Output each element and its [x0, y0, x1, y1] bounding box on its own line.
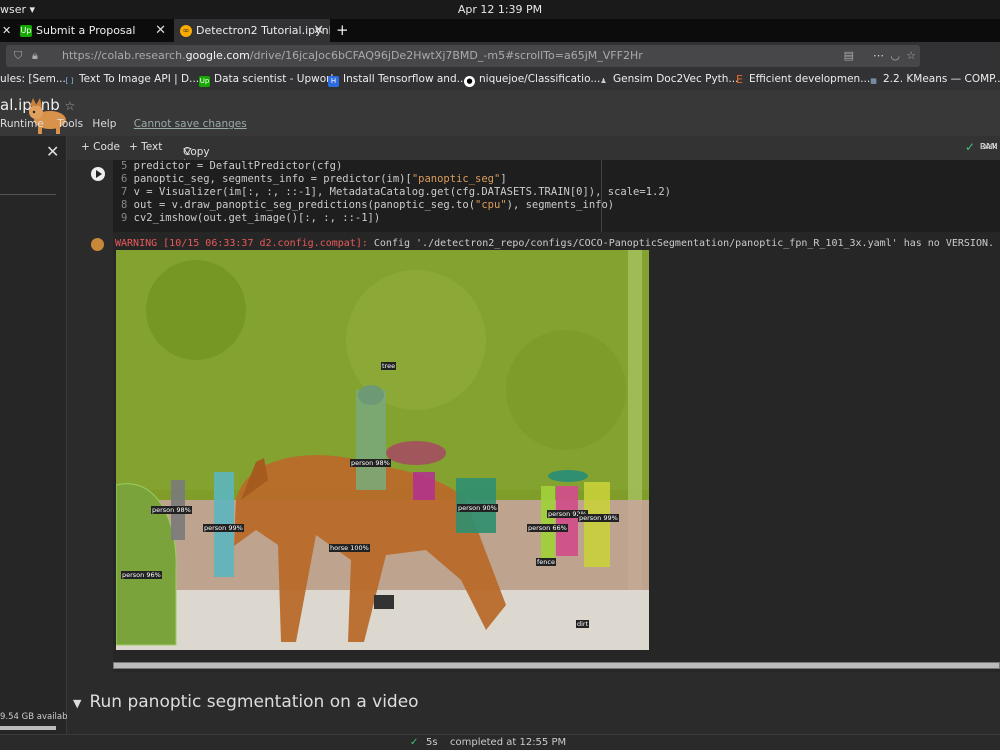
bookmark-item[interactable]: Up Data scientist - Upwork [199, 73, 337, 87]
code-cell-editor[interactable]: 5 predictor = DefaultPredictor(cfg) 6 pa… [113, 160, 1000, 232]
navigation-bar: ⛉ 🔒︎ https://colab.research.google.com/d… [0, 42, 1000, 70]
lock-icon[interactable]: 🔒︎ [32, 45, 38, 67]
system-top-bar: wser ▾ Apr 12 1:39 PM [0, 0, 1000, 19]
segment-label-person: person 99% [203, 524, 244, 532]
bookmark-item[interactable]: ules: [Sem... [0, 73, 66, 85]
code-line: 6 panoptic_seg, segments_info = predicto… [121, 173, 507, 185]
github-icon: ● [464, 76, 475, 87]
section-heading[interactable]: ▼ Run panoptic segmentation on a video [73, 692, 419, 712]
code-line: 7 v = Visualizer(im[:, :, ::-1], Metadat… [121, 186, 671, 198]
tab-submit-proposal[interactable]: Up Submit a Proposal ✕ [20, 19, 172, 42]
notebook-toolbar: + Code + Text ⛛ Copy to Drive ✓ RAMDisk [67, 136, 1000, 182]
notebook-area: + Code + Text ⛛ Copy to Drive ✓ RAMDisk … [67, 136, 1000, 734]
menu-tools[interactable]: Tools [57, 118, 83, 130]
execution-time: 5s [426, 737, 438, 748]
reader-view-icon[interactable]: ▤ [844, 45, 854, 67]
bookmarks-bar: ules: [Sem... [ ] Text To Image API | D..… [0, 70, 1000, 90]
segment-label-tree: tree [381, 362, 397, 370]
shield-icon[interactable]: ⛉ [14, 45, 22, 67]
segmentation-visualization [116, 250, 649, 650]
warning-message: WARNING [10/15 06:33:37 d2.config.compat… [115, 238, 1000, 249]
code-line: 8 out = v.draw_panoptic_seg_predictions(… [121, 199, 615, 211]
close-icon[interactable]: ✕ [155, 19, 166, 42]
bookmark-item[interactable]: H Install Tensorflow and... [328, 73, 467, 87]
menu-bar: Runtime Tools Help Cannot save changes [0, 118, 253, 130]
bookmark-item[interactable]: ● niquejoe/Classificatio... [464, 73, 600, 87]
bookmark-item[interactable]: E Efficient developmen... [734, 73, 870, 85]
add-code-button[interactable]: + Code [81, 141, 120, 153]
new-tab-button[interactable]: + [336, 19, 350, 42]
more-actions-icon[interactable]: ⋯ [873, 45, 884, 67]
doc-icon: ▦ [870, 77, 877, 85]
cannot-save-link[interactable]: Cannot save changes [134, 118, 247, 130]
divider [0, 194, 56, 195]
clock: Apr 12 1:39 PM [457, 3, 543, 16]
bookmark-item[interactable]: ▦ 2.2. KMeans — COMP... [868, 73, 1000, 87]
pocket-icon[interactable]: ◡ [890, 45, 900, 67]
run-cell-button[interactable] [91, 167, 105, 181]
check-icon: ✓ [410, 737, 419, 748]
tab-bar: ✕ Up Submit a Proposal ✕ ∞ Detectron2 Tuto… [0, 19, 1000, 42]
code-line: 9 cv2_imshow(out.get_image()[:, :, ::-1]… [121, 212, 381, 224]
panoptic-segmentation-image: tree person 98% person 98% person 99% ho… [116, 250, 649, 650]
segment-label-person: person 99% [578, 514, 619, 522]
upwork-icon: Up [199, 76, 210, 87]
segment-label-person: person 96% [121, 571, 162, 579]
segment-label-person: person 66% [527, 524, 568, 532]
output-avatar-icon[interactable] [91, 238, 104, 251]
editor-ruler [601, 160, 602, 232]
bookmark-star-icon[interactable]: ☆ [906, 45, 916, 67]
add-text-button[interactable]: + Text [129, 141, 162, 153]
cell-output: WARNING [10/15 06:33:37 d2.config.compat… [91, 232, 1000, 672]
h-icon: H [328, 76, 339, 87]
collapse-caret-icon[interactable]: ▼ [73, 697, 81, 710]
menu-runtime[interactable]: Runtime [0, 118, 44, 130]
segment-label-person: person 98% [350, 459, 391, 467]
segment-label-dirt: dirt [576, 620, 590, 628]
colab-icon: ∞ [180, 25, 192, 37]
colab-header: al.ipynb ☆ Runtime Tools Help Cannot sav… [0, 90, 1000, 136]
horizontal-scrollbar[interactable] [113, 662, 1000, 669]
corgi-mascot-icon [29, 98, 66, 134]
close-icon[interactable]: ✕ [46, 142, 59, 161]
bookmark-item[interactable]: ♟ Gensim Doc2Vec Pyth... [598, 73, 738, 87]
execution-status[interactable]: completed at 12:55 PM [450, 737, 566, 748]
url-field[interactable]: ⛉ 🔒︎ https://colab.research.google.com/d… [6, 45, 920, 67]
bookmark-item[interactable]: [ ] Text To Image API | D... [64, 73, 199, 87]
check-icon: ✓ [965, 140, 976, 154]
segment-label-person: person 98% [151, 506, 192, 514]
e-icon: E [736, 73, 743, 86]
close-icon[interactable]: ✕ [313, 19, 324, 42]
tab-detectron2[interactable]: ∞ Detectron2 Tutorial.ipynb ✕ [174, 19, 330, 42]
code-line: 5 predictor = DefaultPredictor(cfg) [121, 160, 343, 172]
status-bar: ✓ 5s completed at 12:55 PM [0, 734, 1000, 750]
segment-label-fence: fence [536, 558, 556, 566]
bracket-icon: [ ] [65, 77, 74, 85]
tab-close-prev[interactable]: ✕ [0, 19, 16, 42]
menu-help[interactable]: Help [92, 118, 116, 130]
segment-label-person: person 90% [457, 504, 498, 512]
sidebar-panel: ✕ 9.54 GB available [0, 136, 75, 734]
gensim-icon: ♟ [600, 77, 607, 85]
upwork-icon: Up [20, 25, 32, 37]
segment-label-horse: horse 100% [329, 544, 370, 552]
storage-bar [0, 726, 56, 730]
storage-available: 9.54 GB available [0, 712, 76, 722]
